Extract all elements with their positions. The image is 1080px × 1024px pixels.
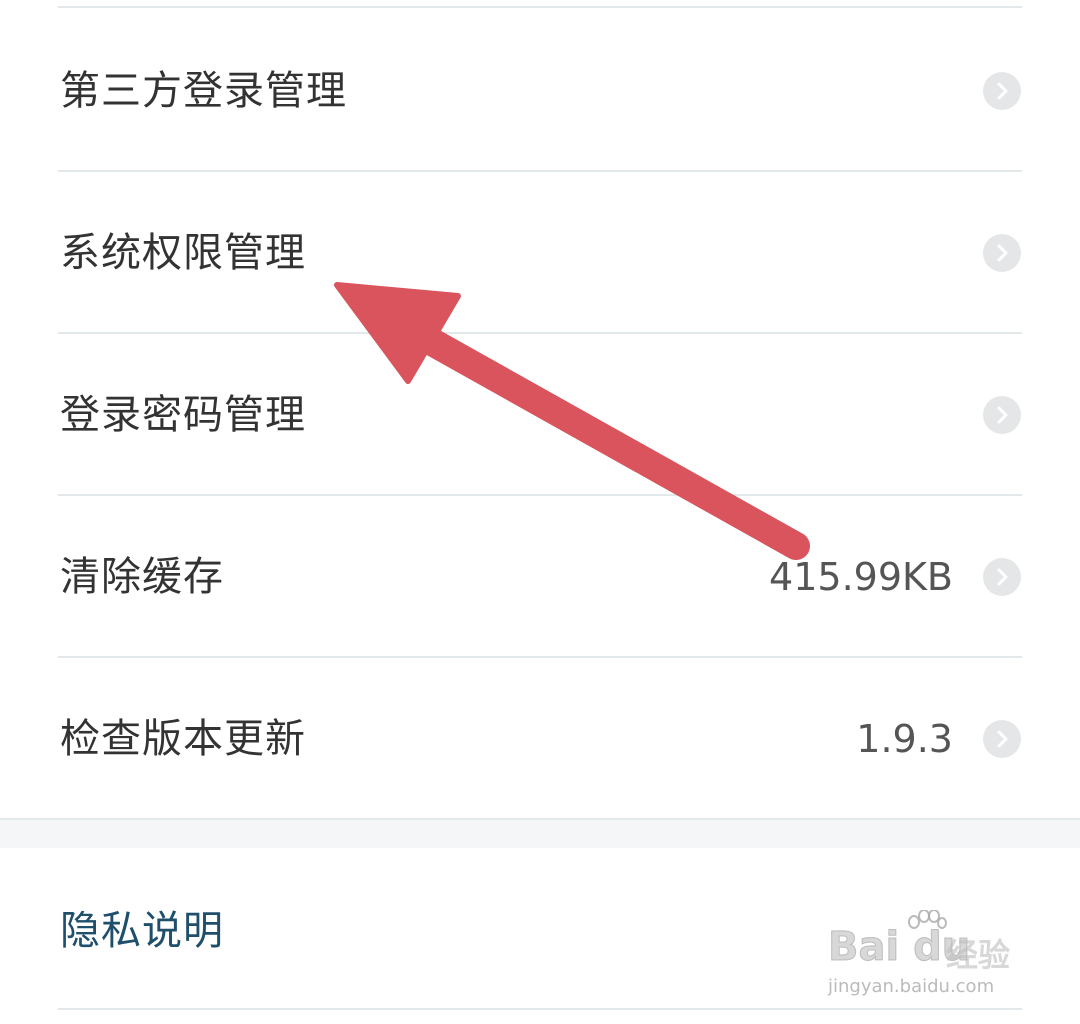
settings-card: 第三方登录管理 系统权限管理 登录密码管理 清除缓存 415.99KB 检查版本…	[0, 0, 1080, 820]
chevron-right-icon	[983, 72, 1021, 110]
settings-item-label: 系统权限管理	[60, 230, 306, 276]
settings-item-login-password[interactable]: 登录密码管理	[0, 334, 1080, 496]
settings-item-third-party-login[interactable]: 第三方登录管理	[0, 10, 1080, 172]
chevron-right-icon	[983, 558, 1021, 596]
version-value: 1.9.3	[856, 717, 953, 761]
settings-item-label: 第三方登录管理	[60, 68, 347, 114]
chevron-right-icon	[983, 720, 1021, 758]
divider	[58, 6, 1022, 8]
settings-item-clear-cache[interactable]: 清除缓存 415.99KB	[0, 496, 1080, 658]
privacy-label: 隐私说明	[60, 908, 224, 954]
divider	[58, 1008, 1022, 1010]
chevron-right-icon	[983, 234, 1021, 272]
settings-item-system-permissions[interactable]: 系统权限管理	[0, 172, 1080, 334]
settings-item-label: 登录密码管理	[60, 392, 306, 438]
settings-item-label: 检查版本更新	[60, 716, 306, 762]
settings-screen: 第三方登录管理 系统权限管理 登录密码管理 清除缓存 415.99KB 检查版本…	[0, 0, 1080, 1024]
privacy-link[interactable]: 隐私说明	[0, 848, 1080, 1010]
settings-item-label: 清除缓存	[60, 554, 224, 600]
cache-size-value: 415.99KB	[769, 555, 953, 599]
settings-item-check-update[interactable]: 检查版本更新 1.9.3	[0, 658, 1080, 820]
chevron-right-icon	[983, 396, 1021, 434]
